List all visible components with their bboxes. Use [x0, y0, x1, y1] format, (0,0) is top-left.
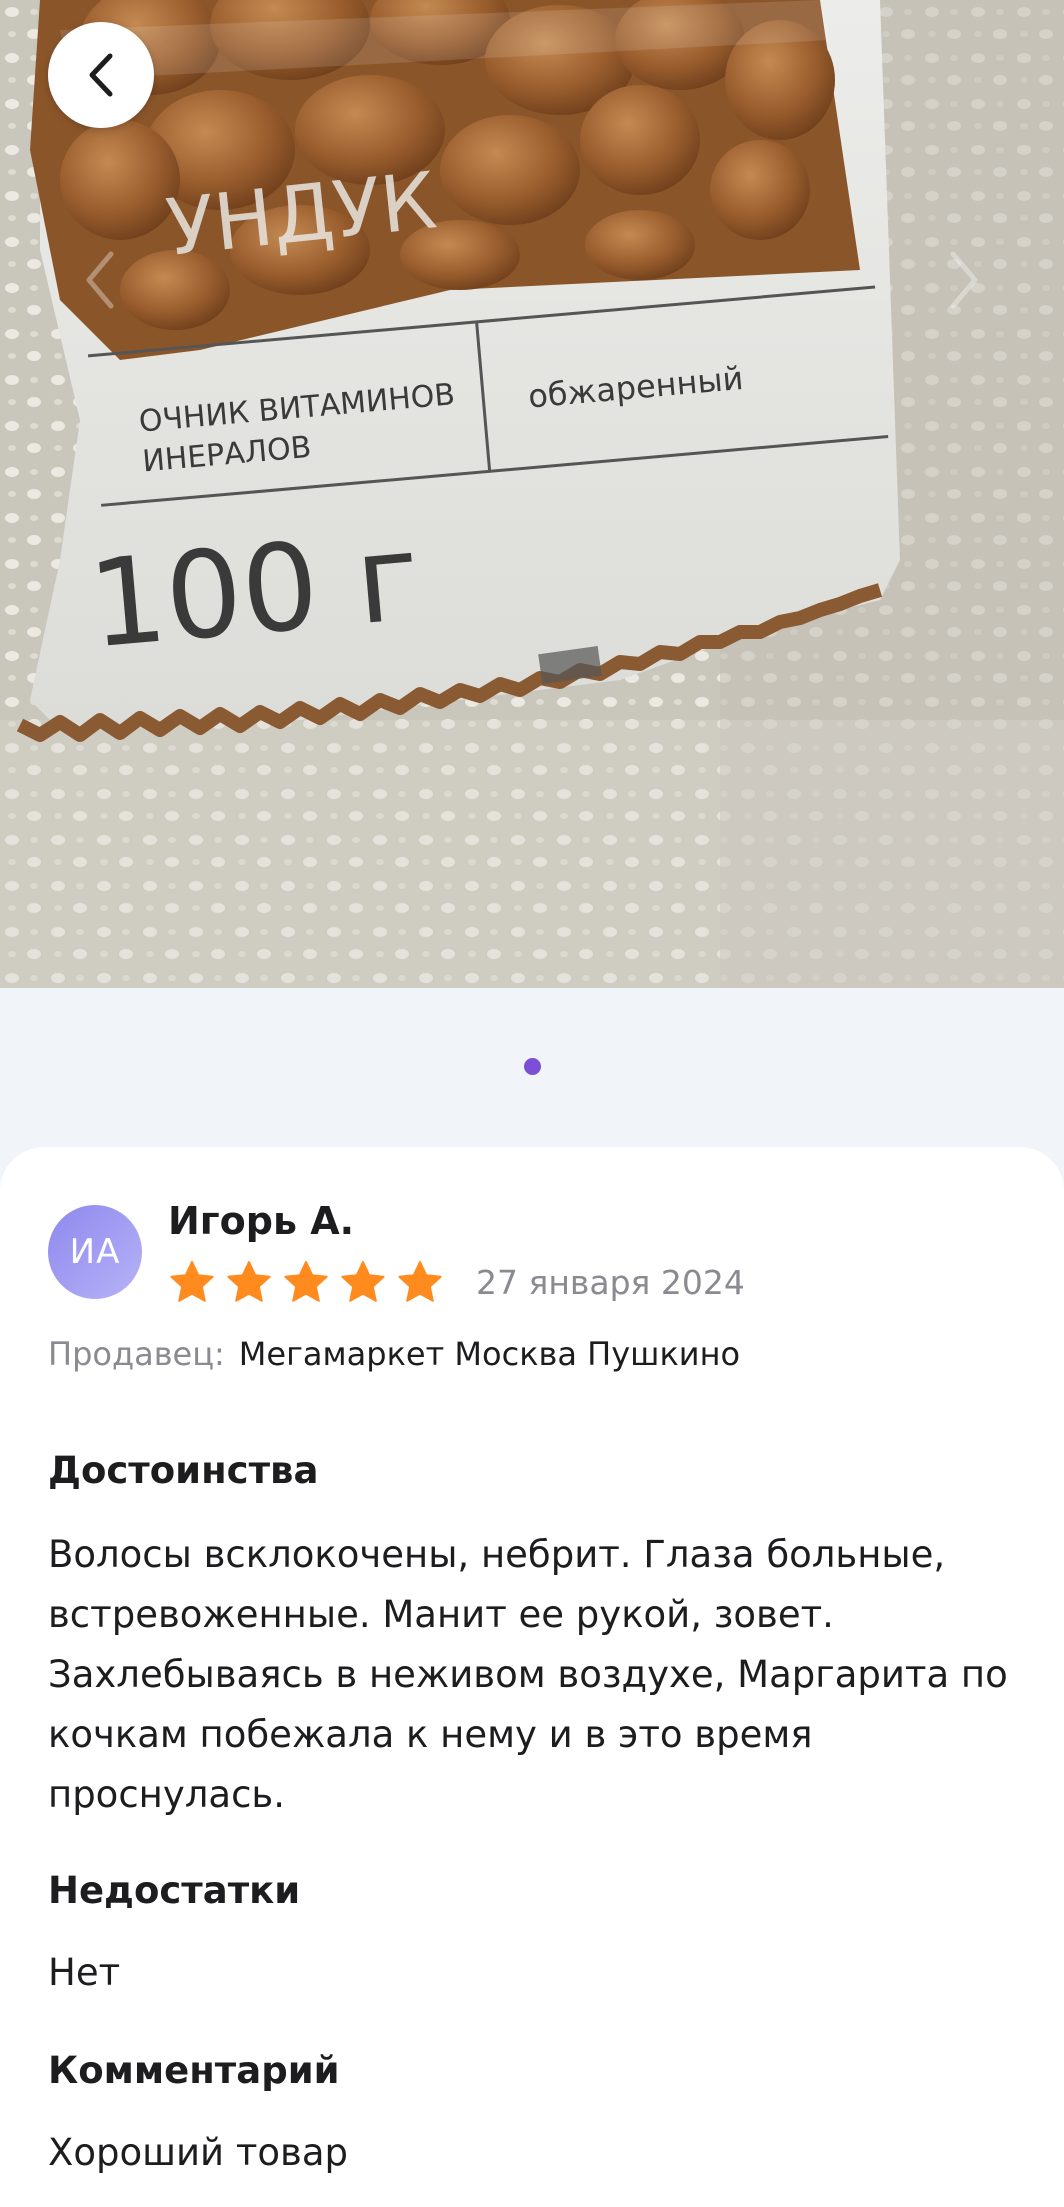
prev-photo-arrow[interactable]	[70, 240, 130, 320]
gallery-pagination	[0, 1058, 1064, 1075]
disadvantages-text: Нет	[48, 1951, 121, 1994]
seller-label: Продавец:	[48, 1335, 225, 1373]
star-icon	[398, 1261, 442, 1302]
chevron-left-icon	[86, 251, 114, 309]
next-photo-arrow[interactable]	[934, 240, 994, 320]
review-card: ИА Игорь А. 27 января 2024 Продавец: Мега…	[0, 1147, 1064, 2207]
star-icon	[341, 1261, 385, 1302]
advantages-title: Достоинства	[48, 1449, 319, 1492]
disadvantages-title: Недостатки	[48, 1869, 301, 1912]
chevron-right-icon	[950, 251, 978, 309]
star-icon	[227, 1261, 271, 1302]
review-detail-screen: УНДУК ОЧНИК ВИТАМИНОВ ИНЕРАЛОВ обжаренны…	[0, 0, 1064, 2207]
seller-name-link[interactable]: Мегамаркет Москва Пушкино	[239, 1335, 740, 1373]
avatar: ИА	[48, 1205, 142, 1299]
comment-text: Хороший товар	[48, 2131, 348, 2174]
advantages-text: Волосы всклокочены, небрит. Глаза больны…	[48, 1533, 1008, 1816]
comment-title: Комментарий	[48, 2049, 340, 2092]
star-icon	[284, 1261, 328, 1302]
arrow-back-icon	[89, 53, 113, 97]
review-photo-image: УНДУК ОЧНИК ВИТАМИНОВ ИНЕРАЛОВ обжаренны…	[0, 0, 1064, 988]
svg-text:100 г: 100 г	[84, 508, 425, 675]
rating-stars	[168, 1259, 444, 1305]
seller-row: Продавец: Мегамаркет Москва Пушкино	[48, 1335, 740, 1373]
review-date: 27 января 2024	[476, 1263, 745, 1302]
back-button[interactable]	[48, 22, 154, 128]
author-name: Игорь А.	[168, 1199, 355, 1243]
gallery-dot-active[interactable]	[523, 1058, 541, 1075]
star-icon	[170, 1261, 214, 1302]
review-photo[interactable]: УНДУК ОЧНИК ВИТАМИНОВ ИНЕРАЛОВ обжаренны…	[0, 0, 1064, 988]
